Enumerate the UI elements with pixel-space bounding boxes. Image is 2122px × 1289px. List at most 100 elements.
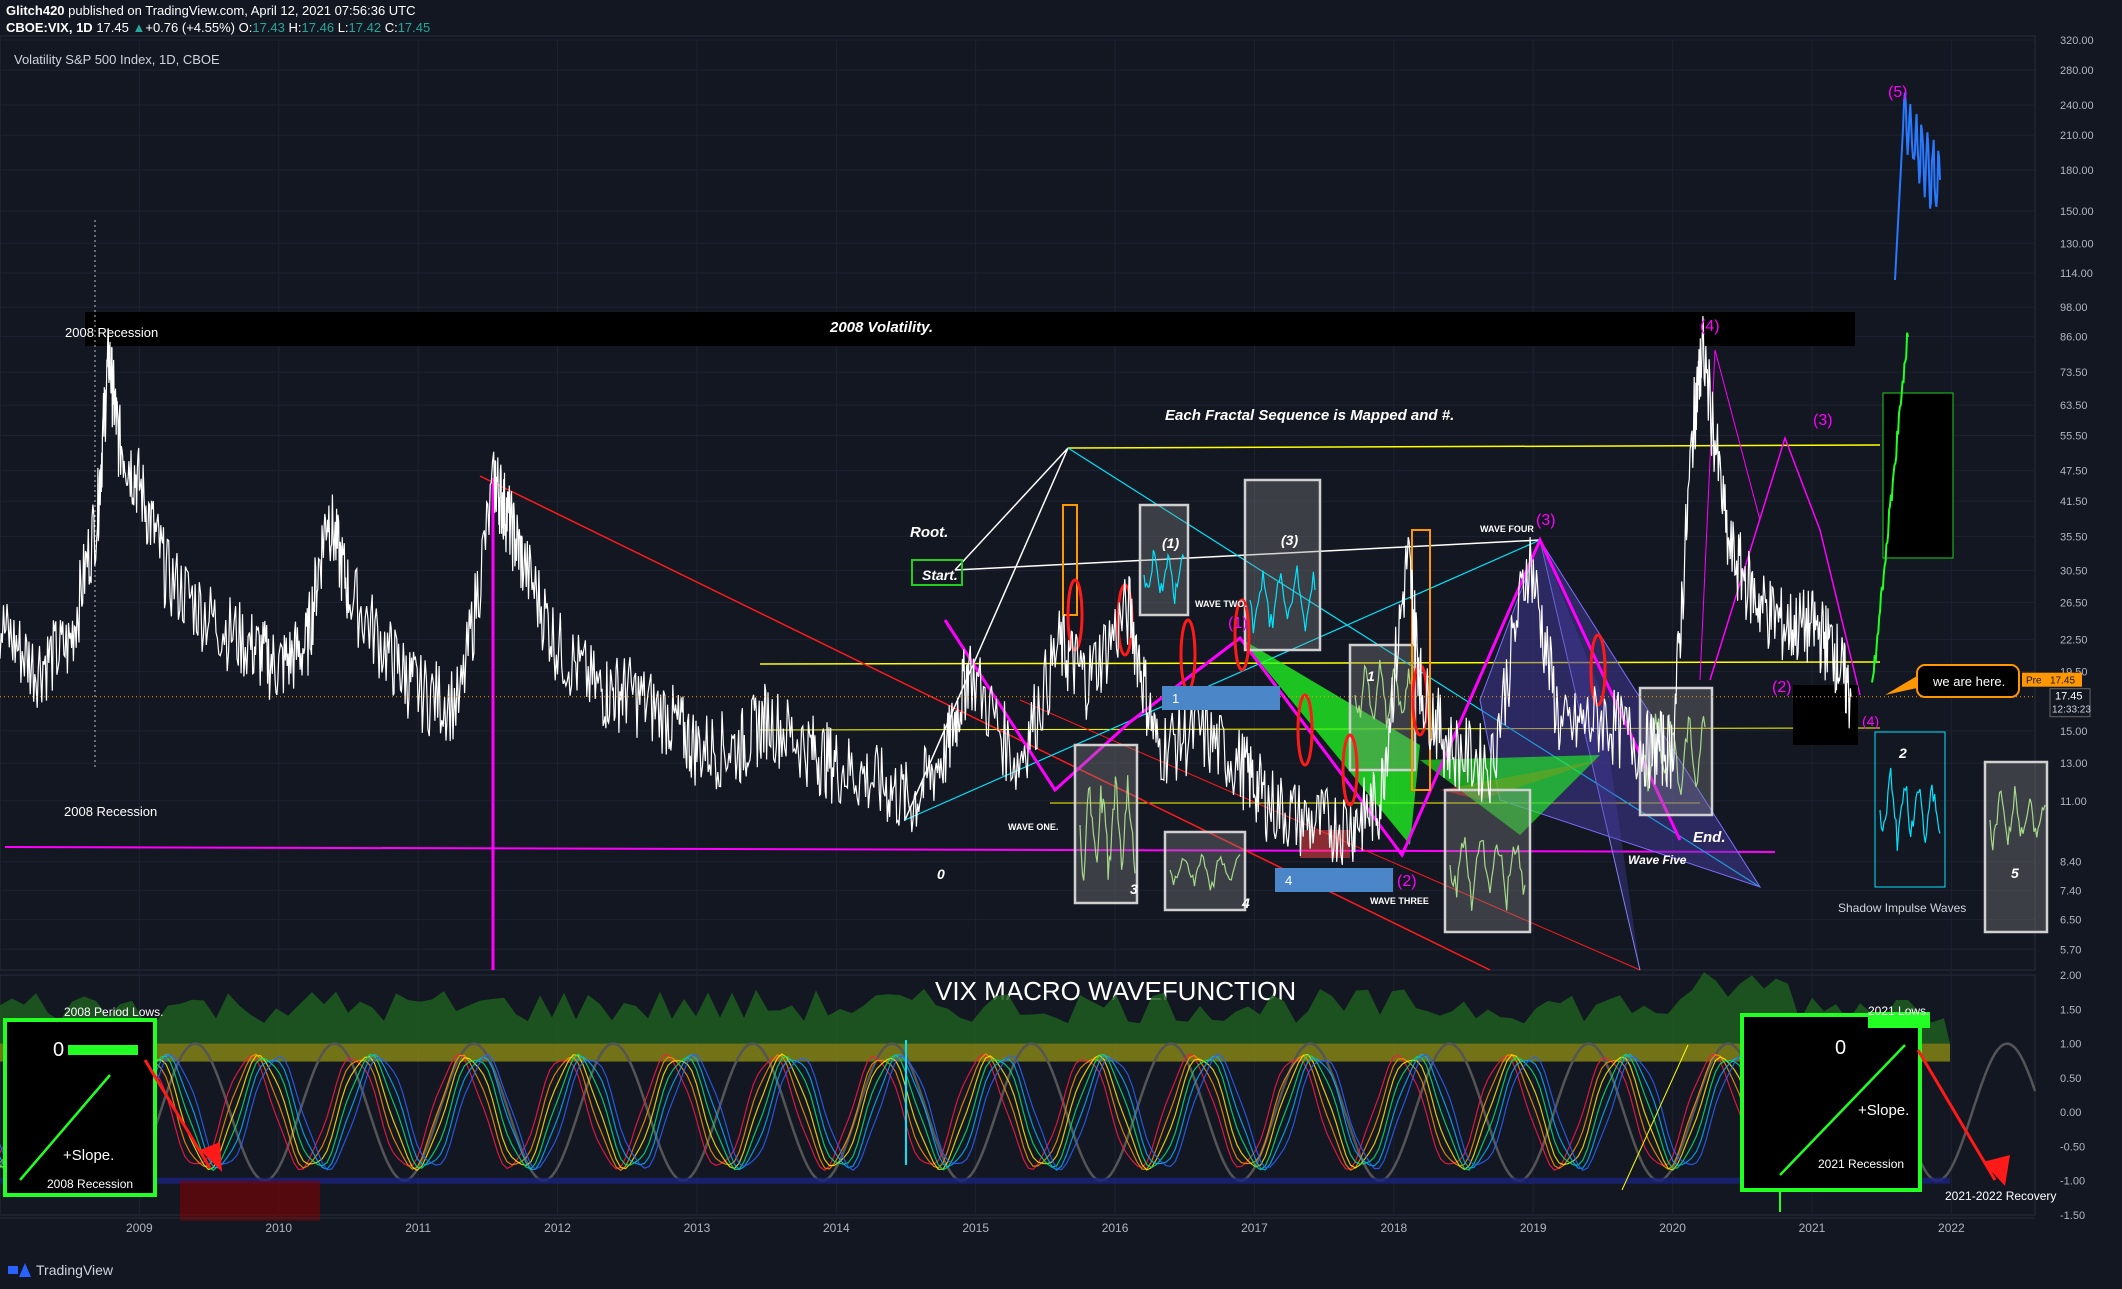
price-label: 17.45: [2055, 691, 2083, 703]
y-tick-label: 5.70: [2060, 944, 2081, 956]
tradingview-logo[interactable]: TradingView: [8, 1262, 113, 1278]
resistance-line-yellow[interactable]: [759, 661, 1881, 665]
x-tick-label: 2020: [1659, 1221, 1686, 1235]
annotation-label: (3): [1536, 512, 1556, 529]
osc-y-tick-label: -0.50: [2060, 1141, 2085, 1153]
annotation-label: (1): [1162, 535, 1179, 551]
y-tick-label: 86.00: [2060, 332, 2088, 344]
shadow-box[interactable]: [1874, 731, 1946, 888]
pre-value-label: 17.45: [2050, 676, 2075, 687]
measure-label-box[interactable]: [1275, 868, 1393, 892]
annotation-label: Start.: [922, 567, 958, 583]
osc-y-tick-label: 1.50: [2060, 1004, 2081, 1016]
annotation-label: (3): [1813, 412, 1833, 429]
osc-annotation: 2021 Recession: [1818, 1157, 1904, 1171]
y-tick-label: 30.50: [2060, 566, 2088, 578]
y-tick-label: 320.00: [2060, 35, 2094, 47]
y-tick-label: 130.00: [2060, 238, 2094, 250]
annotation-label: (3): [1281, 532, 1298, 548]
annotation-label: 1: [1367, 668, 1375, 684]
x-tick-label: 2018: [1380, 1221, 1407, 1235]
fractal-wave: [1879, 767, 1941, 851]
chart-canvas[interactable]: 2009 2010 2011 2012 2013 2014 2015 2016 2017 2018…: [0, 0, 2122, 1289]
osc-y-tick-label: 0.00: [2060, 1107, 2081, 1119]
annotation-label: 2: [1898, 745, 1907, 761]
annotation-label: 0: [937, 866, 945, 882]
y-tick-label: 22.50: [2060, 634, 2088, 646]
osc-lows-marker-2008: [68, 1045, 138, 1055]
y-tick-label: 73.50: [2060, 367, 2088, 379]
annotation-label: 3: [1130, 881, 1138, 897]
x-tick-label: 2021: [1799, 1221, 1826, 1235]
annotation-label: 2008 Recession: [64, 804, 157, 819]
annotation-label: (2): [1772, 679, 1792, 696]
y-tick-label: 8.40: [2060, 857, 2081, 869]
annotation-label: Root.: [910, 524, 948, 541]
drawings[interactable]: [4, 220, 2049, 971]
x-tick-label: 2011: [405, 1221, 431, 1235]
x-tick-label: 2019: [1520, 1221, 1547, 1235]
osc-annotation: 2021 Lows.: [1868, 1004, 1929, 1018]
osc-annotation: +Slope.: [63, 1147, 114, 1164]
x-tick-label: 2022: [1938, 1221, 1965, 1235]
osc-y-tick-label: 2.00: [2060, 970, 2081, 982]
annotation-label: Wave Five: [1628, 853, 1687, 867]
osc-y-tick-label: 0.50: [2060, 1073, 2081, 1085]
annotation-label: WAVE THREE: [1370, 896, 1429, 906]
x-tick-label: 2017: [1241, 1221, 1268, 1235]
fractal-box[interactable]: [1243, 478, 1322, 652]
osc-annotation: 2021-2022 Recovery: [1945, 1189, 2056, 1203]
y-tick-label: 11.00: [2060, 796, 2087, 808]
annotation-label: WAVE TWO.: [1195, 599, 1247, 609]
y-tick-label: 180.00: [2060, 165, 2094, 177]
y-tick-label: 26.50: [2060, 597, 2088, 609]
osc-yellow-band: [0, 1043, 1950, 1062]
annotation-label: 4: [1241, 895, 1250, 911]
y-tick-label: 15.00: [2060, 726, 2088, 738]
projection-blue[interactable]: [1894, 92, 1941, 281]
top-line-yellow[interactable]: [1067, 444, 1881, 449]
osc-annotation: 2008 Recession: [47, 1177, 133, 1191]
annotation-label: 2008 Recession: [65, 325, 158, 340]
osc-yellow-line: [1621, 1044, 1689, 1191]
fractal-box[interactable]: [1983, 760, 2049, 934]
measure-label: 4: [1285, 873, 1292, 888]
annotation-label: (2): [1397, 873, 1417, 890]
annotation-label: (5): [1888, 84, 1908, 101]
x-tick-label: 2009: [126, 1221, 153, 1235]
osc-y-tick-label: 1.00: [2060, 1039, 2081, 1051]
annotation-label: (4): [1862, 713, 1879, 729]
measure-label-box[interactable]: [1162, 686, 1280, 710]
y-tick-label: 210.00: [2060, 130, 2094, 142]
annotation-label: (4): [1700, 318, 1720, 335]
fractal-box[interactable]: [1443, 788, 1532, 934]
annotation-label: 5: [2011, 865, 2019, 881]
annotation-label: WAVE ONE.: [1008, 822, 1058, 832]
y-tick-label: 98.00: [2060, 302, 2088, 314]
osc-annotation: 0: [1835, 1037, 1846, 1059]
y-tick-label: 55.50: [2060, 430, 2088, 442]
x-tick-label: 2014: [823, 1221, 850, 1235]
footer: [0, 1257, 2122, 1289]
x-tick-label: 2015: [962, 1221, 989, 1235]
x-tick-label: 2016: [1102, 1221, 1129, 1235]
volatility-band: [85, 312, 1855, 346]
countdown-label: 12:33:23: [2052, 705, 2091, 716]
y-tick-label: 6.50: [2060, 915, 2081, 927]
brand-label: TradingView: [36, 1262, 114, 1278]
x-tick-label: 2013: [684, 1221, 711, 1235]
osc-annotation: 0: [53, 1039, 64, 1061]
arrow-down-icon: [1983, 1155, 2010, 1186]
osc-red-arrow-2021: [1916, 1049, 1997, 1181]
osc-y-tick-label: -1.50: [2060, 1210, 2085, 1222]
callout-pointer: [1885, 676, 1917, 695]
annotation-label: Each Fractal Sequence is Mapped and #.: [1165, 407, 1454, 424]
y-tick-label: 240.00: [2060, 100, 2094, 112]
oscillator-layer[interactable]: [0, 972, 2037, 1221]
y-tick-label: 7.40: [2060, 885, 2081, 897]
callout-label: we are here.: [1932, 674, 2005, 689]
y-tick-label: 41.50: [2060, 496, 2088, 508]
y-tick-label: 35.50: [2060, 531, 2088, 543]
y-tick-label: 47.50: [2060, 466, 2088, 478]
pre-tag-label: Pre: [2026, 676, 2042, 687]
